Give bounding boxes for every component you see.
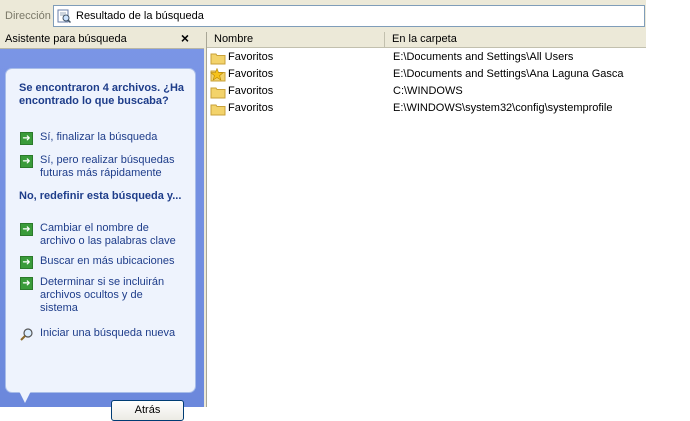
table-row[interactable]: Favoritos E:\Documents and Settings\All …	[207, 50, 646, 66]
option-label: Sí, finalizar la búsqueda	[40, 131, 158, 143]
option-new-search[interactable]: Iniciar una búsqueda nueva	[20, 327, 185, 341]
green-arrow-icon: ➜	[20, 256, 33, 269]
address-label: Dirección	[5, 10, 51, 22]
row-folder: C:\WINDOWS	[393, 85, 463, 97]
option-more-locations[interactable]: ➜ Buscar en más ubicaciones	[20, 255, 185, 269]
option-label: Buscar en más ubicaciones	[40, 255, 175, 267]
search-results-icon	[57, 9, 71, 23]
option-faster-searches[interactable]: ➜ Sí, pero realizar búsquedas futuras má…	[20, 154, 185, 182]
column-label: En la carpeta	[392, 33, 457, 45]
table-row[interactable]: Favoritos C:\WINDOWS	[207, 84, 646, 100]
table-row[interactable]: Favoritos E:\Documents and Settings\Ana …	[207, 67, 646, 83]
close-icon[interactable]: ×	[178, 30, 192, 46]
option-label: Determinar si se incluirán archivos ocul…	[40, 276, 165, 314]
row-name: Favoritos	[228, 85, 274, 97]
pane-title: Asistente para búsqueda	[5, 33, 127, 45]
row-name: Favoritos	[228, 102, 274, 114]
result-heading: Se encontraron 4 archivos. ¿Ha encontrad…	[19, 82, 185, 107]
option-label: Sí, pero realizar búsquedas futuras más …	[40, 154, 175, 179]
column-label: Nombre	[214, 33, 254, 45]
option-finish-search[interactable]: ➜ Sí, finalizar la búsqueda	[20, 131, 185, 145]
green-arrow-icon: ➜	[20, 223, 33, 236]
pane-header: Asistente para búsqueda ×	[0, 30, 204, 49]
results-list: Nombre En la carpeta Favoritos E:\Docume…	[207, 32, 646, 407]
assistant-bubble: Se encontraron 4 archivos. ¿Ha encontrad…	[5, 68, 196, 421]
magnifier-icon	[20, 328, 33, 341]
back-button[interactable]: Atrás	[111, 400, 184, 421]
option-hidden-files[interactable]: ➜ Determinar si se incluirán archivos oc…	[20, 276, 185, 316]
row-folder: E:\Documents and Settings\Ana Laguna Gas…	[393, 68, 624, 80]
table-row[interactable]: Favoritos E:\WINDOWS\system32\config\sys…	[207, 101, 646, 117]
column-header-name[interactable]: Nombre	[207, 32, 385, 48]
option-label: Iniciar una búsqueda nueva	[40, 327, 176, 339]
bubble-tail	[18, 389, 32, 403]
green-arrow-icon: ➜	[20, 277, 33, 290]
address-bar: Dirección Resultado de la búsqueda	[0, 0, 646, 33]
toolbar-right-area	[646, 0, 690, 33]
refine-heading: No, redefinir esta búsqueda y...	[19, 190, 182, 202]
green-arrow-icon: ➜	[20, 155, 33, 168]
search-assistant-pane: Asistente para búsqueda × Se encontraron…	[0, 30, 204, 421]
option-change-name[interactable]: ➜ Cambiar el nombre de archivo o las pal…	[20, 222, 185, 250]
list-right-area	[646, 32, 690, 407]
address-field[interactable]: Resultado de la búsqueda	[53, 5, 645, 27]
folder-icon	[210, 87, 226, 99]
option-label: Cambiar el nombre de archivo o las palab…	[40, 222, 176, 247]
column-header-folder[interactable]: En la carpeta	[385, 32, 646, 48]
row-folder: E:\WINDOWS\system32\config\systemprofile	[393, 102, 613, 114]
favorites-star-folder-icon	[210, 68, 226, 82]
folder-icon	[210, 53, 226, 65]
row-name: Favoritos	[228, 68, 274, 80]
address-value: Resultado de la búsqueda	[76, 10, 204, 22]
green-arrow-icon: ➜	[20, 132, 33, 145]
row-name: Favoritos	[228, 51, 274, 63]
row-folder: E:\Documents and Settings\All Users	[393, 51, 574, 63]
folder-icon	[210, 104, 226, 116]
